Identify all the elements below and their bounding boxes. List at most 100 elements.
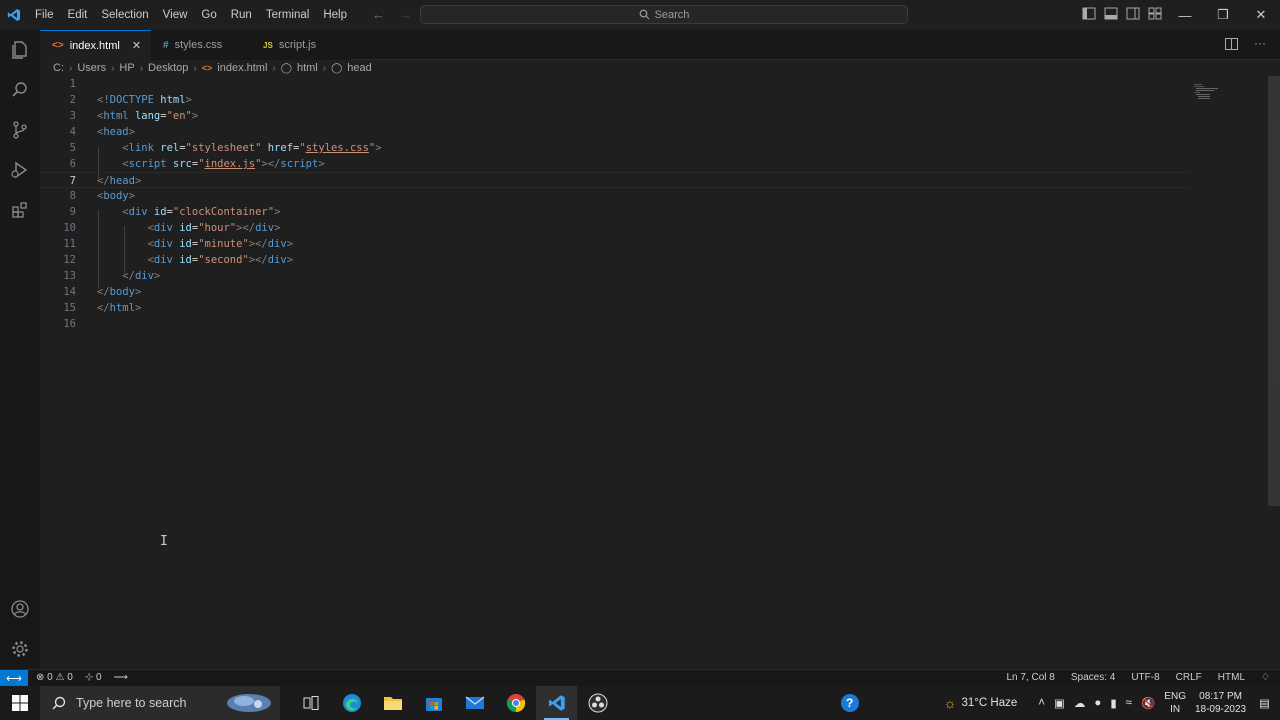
close-icon[interactable]: ✕	[132, 39, 141, 52]
code-editor[interactable]: 1 2 <!DOCTYPE html> 3 <html lang="en"> 4 <h…	[40, 76, 1280, 669]
customize-layout-icon[interactable]	[1148, 7, 1162, 20]
command-center-search[interactable]: Search	[420, 5, 908, 24]
title-bar: File Edit Selection View Go Run Terminal…	[0, 0, 1280, 30]
microsoft-store-icon[interactable]	[413, 686, 454, 720]
close-icon[interactable]: ✕	[1242, 0, 1280, 30]
menu-terminal[interactable]: Terminal	[259, 0, 316, 30]
battery-icon[interactable]: ▮	[1110, 696, 1116, 710]
status-left: ⊗ 0 ⚠ 0 ⊹ 0 ⟶	[36, 672, 128, 683]
line-number: 15	[63, 302, 76, 314]
live-share-icon[interactable]: ⟶	[114, 672, 128, 683]
chevron-right-icon: ›	[322, 62, 327, 74]
settings-gear-icon[interactable]	[8, 637, 32, 661]
code-line: 3 <html lang="en">	[40, 108, 1190, 124]
explorer-icon[interactable]	[8, 38, 32, 62]
accounts-icon[interactable]	[8, 597, 32, 621]
menu-file[interactable]: File	[28, 0, 61, 30]
ports-indicator[interactable]: ⊹ 0	[85, 672, 102, 683]
weather-text[interactable]: 31°C Haze	[962, 697, 1018, 709]
toggle-primary-sidebar-icon[interactable]	[1082, 7, 1096, 20]
input-language[interactable]: ENG IN	[1164, 690, 1186, 716]
toggle-panel-icon[interactable]	[1104, 7, 1118, 20]
breadcrumb-users[interactable]: Users	[77, 62, 106, 74]
more-actions-icon[interactable]: ···	[1254, 37, 1266, 50]
line-number: 2	[69, 94, 76, 106]
taskbar-search-box[interactable]: Type here to search	[40, 686, 280, 720]
line-number: 10	[63, 222, 76, 234]
weather-icon: ☼	[943, 695, 957, 711]
chrome-icon[interactable]	[495, 686, 536, 720]
problems-indicator[interactable]: ⊗ 0 ⚠ 0	[36, 672, 73, 683]
menu-edit[interactable]: Edit	[61, 0, 95, 30]
warning-icon: ⚠	[55, 672, 65, 683]
search-icon[interactable]	[8, 78, 32, 102]
line-number: 7	[69, 175, 76, 187]
wifi-icon[interactable]: ≈	[1126, 697, 1132, 709]
mail-icon[interactable]	[454, 686, 495, 720]
error-icon: ⊗	[36, 672, 45, 683]
onedrive-cloud-icon[interactable]: ☁	[1074, 696, 1086, 710]
remote-indicator-icon[interactable]: ⟷	[0, 670, 28, 687]
obs-studio-icon[interactable]	[577, 686, 618, 720]
editor-tabs: <> index.html ✕ # styles.css JS script.j…	[40, 30, 1280, 60]
extensions-icon[interactable]	[8, 198, 32, 222]
file-explorer-icon[interactable]	[372, 686, 413, 720]
tab-index-html[interactable]: <> index.html ✕	[40, 30, 152, 60]
editor-scrollbar[interactable]	[1268, 76, 1280, 506]
tab-script-js[interactable]: JS script.js	[251, 30, 352, 60]
help-icon[interactable]: ?	[840, 694, 859, 712]
microphone-icon[interactable]: ●	[1094, 697, 1101, 709]
search-highlight-image-icon	[227, 694, 271, 712]
code-line: 10 <div id="hour"></div>	[40, 220, 1190, 236]
end-of-line[interactable]: CRLF	[1176, 672, 1202, 683]
arrow-back-icon[interactable]: ←	[372, 7, 385, 22]
encoding[interactable]: UTF-8	[1131, 672, 1159, 683]
breadcrumb-hp[interactable]: HP	[119, 62, 134, 74]
language-code: ENG	[1164, 691, 1186, 702]
breadcrumb-drive[interactable]: C:	[53, 62, 64, 74]
indentation[interactable]: Spaces: 4	[1071, 672, 1115, 683]
code-text: <div id="second"></div>	[147, 254, 294, 266]
language-mode[interactable]: HTML	[1218, 672, 1245, 683]
source-control-icon[interactable]	[8, 118, 32, 142]
line-number: 12	[63, 254, 76, 266]
code-text: </html>	[97, 302, 142, 314]
text-cursor-icon: I	[160, 534, 168, 549]
menu-view[interactable]: View	[156, 0, 195, 30]
notifications-bell-icon[interactable]: ♢	[1261, 672, 1270, 683]
taskbar-clock[interactable]: 08:17 PM 18-09-2023	[1195, 690, 1246, 716]
breadcrumb-html[interactable]: html	[297, 62, 318, 74]
tab-styles-css[interactable]: # styles.css	[151, 30, 252, 60]
line-number: 8	[69, 190, 76, 202]
toggle-secondary-sidebar-icon[interactable]	[1126, 7, 1140, 20]
vscode-taskbar-icon[interactable]	[536, 686, 577, 720]
code-line: 14 </body>	[40, 284, 1190, 300]
windows-start-icon[interactable]	[0, 686, 40, 720]
breadcrumb-file[interactable]: index.html	[217, 62, 267, 74]
run-debug-icon[interactable]	[8, 158, 32, 182]
cursor-position[interactable]: Ln 7, Col 8	[1006, 672, 1054, 683]
code-line: 2 <!DOCTYPE html>	[40, 92, 1190, 108]
tray-app-icon[interactable]: ▣	[1054, 696, 1065, 710]
volume-muted-icon[interactable]: 🔇	[1141, 696, 1155, 710]
menu-run[interactable]: Run	[224, 0, 259, 30]
code-line: 6 <script src="index.js"></script>	[40, 156, 1190, 172]
minimap[interactable]	[1192, 82, 1228, 102]
breadcrumb-desktop[interactable]: Desktop	[148, 62, 188, 74]
task-view-icon[interactable]	[290, 686, 331, 720]
restore-icon[interactable]: ❐	[1204, 0, 1242, 30]
minimize-icon[interactable]: —	[1166, 0, 1204, 30]
menu-go[interactable]: Go	[194, 0, 223, 30]
menu-selection[interactable]: Selection	[94, 0, 155, 30]
code-line-current: 7 </head>	[40, 172, 1190, 188]
chevron-up-icon[interactable]: ˄	[1038, 697, 1045, 709]
notification-center-icon[interactable]: ▤	[1259, 696, 1270, 710]
arrow-forward-icon[interactable]: →	[399, 7, 412, 22]
code-line: 4 <head>	[40, 124, 1190, 140]
menu-help[interactable]: Help	[316, 0, 354, 30]
breadcrumb-head[interactable]: head	[347, 62, 371, 74]
split-editor-icon[interactable]	[1225, 38, 1238, 50]
code-text: </div>	[122, 270, 161, 282]
edge-browser-icon[interactable]	[331, 686, 372, 720]
line-number: 13	[63, 270, 76, 282]
